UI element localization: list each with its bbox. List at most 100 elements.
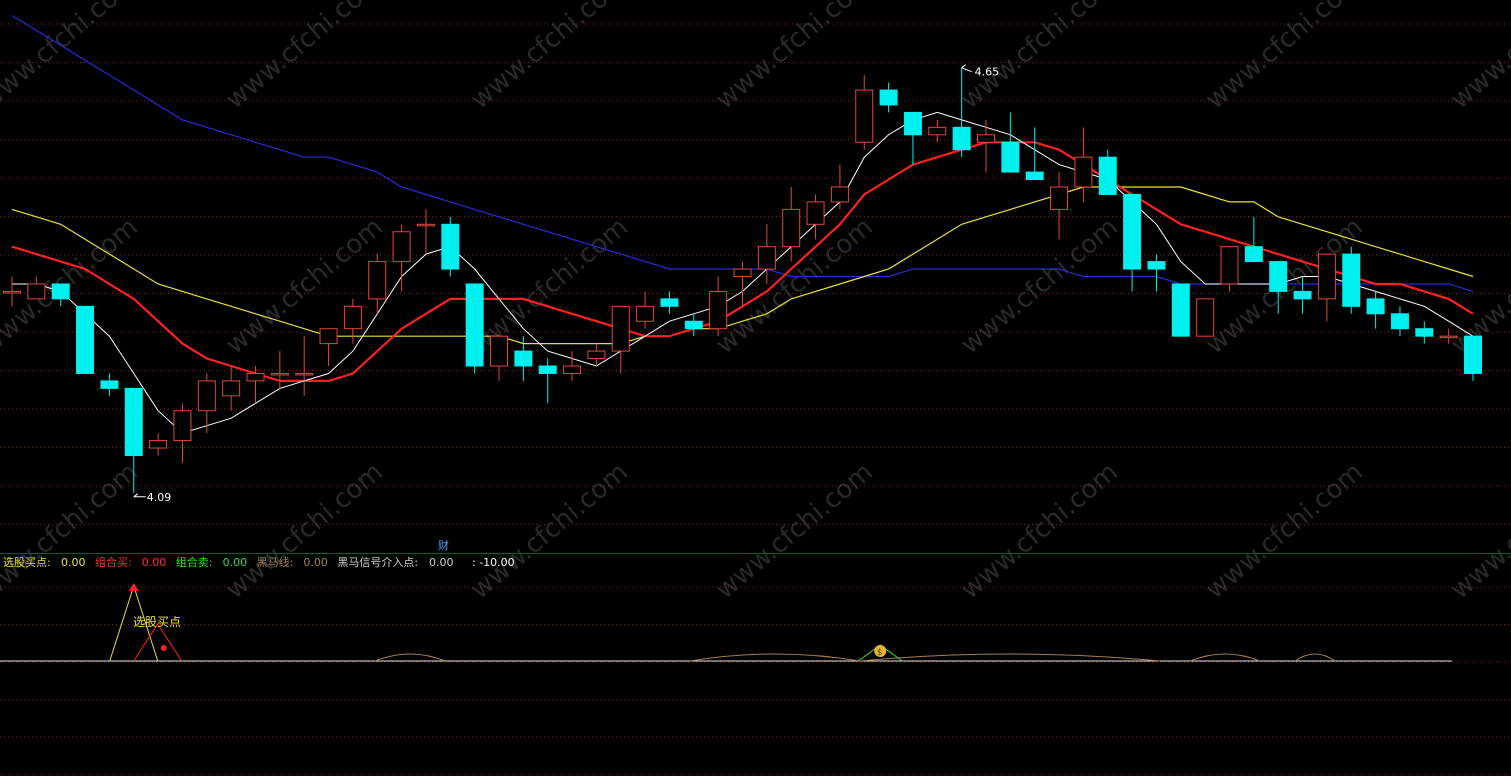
buy-point-label: 选股买点 — [133, 615, 181, 629]
candle-body — [76, 305, 95, 374]
watermark-text: www.cfchi.com — [1200, 0, 1369, 115]
blackhorse-curve — [1294, 653, 1336, 662]
candle — [977, 119, 995, 173]
candle-body — [246, 372, 265, 382]
candle-body — [319, 328, 338, 345]
legend-label: 组合买: — [95, 555, 132, 569]
blackhorse-curve — [689, 653, 861, 662]
candle — [1050, 172, 1069, 240]
candle — [684, 313, 703, 337]
candle-body — [1317, 253, 1336, 300]
candle — [660, 291, 679, 314]
indicator-legend: 选股买点: 0.00 组合买: 0.00 组合卖: 0.00 黑马线: 0.00 黑马信号介入点… — [3, 555, 454, 569]
candle-body — [1196, 298, 1215, 337]
candle-body — [197, 380, 216, 412]
candle-body — [587, 350, 606, 360]
low-price-label: 4.09 — [147, 491, 172, 504]
watermark-text: www.cfchi.com — [955, 0, 1124, 115]
watermark-text: www.cfchi.com — [710, 0, 879, 115]
buy-arrow-icon — [128, 583, 139, 591]
candle-body — [490, 335, 508, 367]
candle-body — [392, 231, 411, 263]
candle — [830, 164, 849, 210]
candle-body — [1439, 335, 1458, 339]
candle — [928, 119, 947, 143]
candle-body — [1123, 193, 1142, 270]
candle-body — [1464, 335, 1482, 374]
candle — [1074, 127, 1093, 202]
candle — [903, 111, 922, 165]
watermark-text: www.cfchi.com — [1200, 457, 1369, 605]
candle — [1001, 112, 1020, 173]
watermark-text: www.cfchi.com — [0, 212, 144, 360]
candle-body — [709, 290, 728, 330]
candle — [1464, 335, 1482, 381]
candle-body — [1050, 186, 1069, 210]
buy-dot-icon — [160, 645, 167, 651]
candle-body — [855, 89, 874, 143]
candle — [709, 276, 728, 337]
money-bag-glyph: $ — [877, 648, 883, 658]
candle — [1147, 254, 1166, 292]
candle — [441, 216, 460, 277]
legend-value: 0.00 — [61, 556, 86, 569]
candle-body — [1293, 290, 1312, 300]
blackhorse-curve — [859, 653, 1161, 662]
candle-body — [806, 201, 825, 225]
stock-chart[interactable]: www.cfchi.com www.cfchi.com www.cfchi.com w… — [0, 0, 1511, 776]
candle — [1342, 246, 1361, 314]
watermark-text: www.cfchi.com — [220, 0, 389, 115]
candle — [490, 335, 508, 381]
candle-body — [124, 387, 143, 456]
indicator-extra-value: : -10.00 — [472, 556, 515, 569]
legend-value: 0.00 — [429, 556, 454, 569]
blackhorse-curve — [374, 653, 446, 662]
candle-body — [952, 126, 971, 151]
legend-label: 选股买点: — [3, 556, 51, 569]
candle-body — [977, 134, 995, 143]
candle-body — [173, 410, 192, 442]
high-price-label: 4.65 — [975, 66, 1000, 79]
candle-body — [514, 350, 533, 367]
candle — [76, 305, 95, 374]
candle — [514, 336, 533, 381]
candle — [173, 403, 192, 463]
candle — [392, 224, 411, 292]
finance-marker[interactable]: 财 — [438, 538, 449, 552]
high-arrow-icon — [961, 64, 972, 73]
combo-buy-peak — [133, 623, 183, 662]
blackhorse-curve — [1189, 653, 1261, 662]
candle — [538, 358, 557, 404]
candle — [1098, 149, 1117, 195]
candle-body — [465, 283, 484, 367]
candle-body — [757, 246, 776, 270]
candle — [270, 351, 289, 389]
candle — [636, 291, 655, 329]
low-arrow-icon — [133, 493, 146, 498]
watermark-text: www.cfchi.com — [465, 0, 634, 115]
candle-body — [1001, 141, 1020, 173]
watermark-text: www.cfchi.com — [0, 457, 144, 605]
legend-label: 黑马线: — [257, 555, 294, 569]
candle-body — [1244, 246, 1263, 263]
candle — [879, 82, 898, 113]
candle-body — [222, 380, 241, 397]
candle — [1196, 298, 1215, 337]
candle-body — [733, 268, 752, 277]
legend-value: 0.00 — [142, 556, 167, 569]
candle-body — [1074, 156, 1093, 188]
candle-body — [1171, 283, 1190, 337]
candle-body — [295, 372, 314, 376]
candle-body — [343, 305, 362, 330]
candle-body — [563, 365, 582, 374]
candle-body — [1269, 261, 1288, 292]
watermark-text: www.cfchi.com — [1445, 457, 1511, 605]
grid-lines — [0, 23, 1511, 775]
candle-body — [1147, 261, 1166, 270]
candle-body — [1366, 298, 1385, 315]
candle — [855, 75, 874, 150]
candlestick-series[interactable] — [3, 67, 1482, 493]
candle-body — [903, 111, 922, 136]
watermark-text: www.cfchi.com — [955, 212, 1124, 360]
candle-body — [1342, 253, 1361, 307]
